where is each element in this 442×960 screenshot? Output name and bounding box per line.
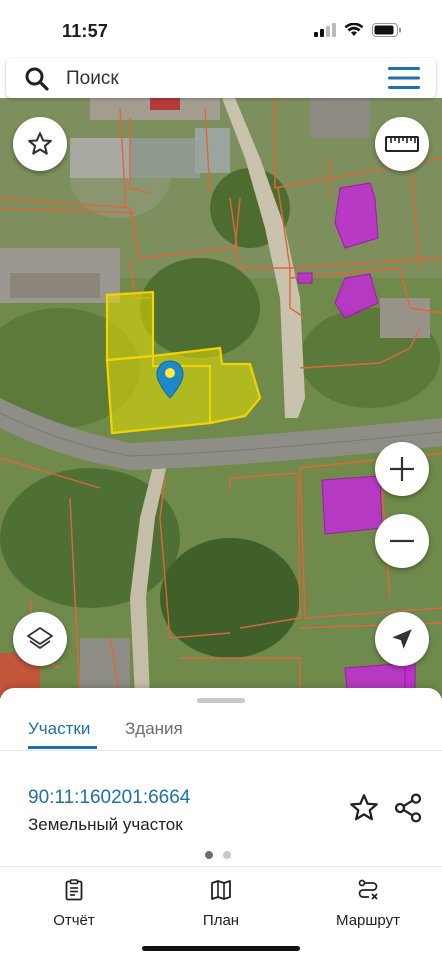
tab-buildings[interactable]: Здания — [125, 719, 183, 739]
search-bar[interactable]: Поиск — [6, 58, 436, 98]
search-icon[interactable] — [24, 66, 50, 92]
nav-route[interactable]: Маршрут — [308, 878, 428, 929]
wifi-icon — [344, 23, 364, 36]
zoom-in-button[interactable] — [375, 442, 429, 496]
ruler-icon — [385, 136, 419, 152]
map-plan-icon — [211, 880, 231, 900]
page-indicator — [205, 851, 231, 859]
star-icon — [28, 132, 52, 155]
bottom-sheet[interactable]: Участки Здания 90:11:160201:6664 Земельн… — [0, 688, 442, 960]
nav-route-label: Маршрут — [336, 912, 400, 929]
hamburger-menu-icon[interactable] — [388, 67, 420, 89]
nav-divider — [0, 866, 442, 867]
nav-plan[interactable]: План — [161, 878, 281, 929]
share-icon[interactable] — [392, 792, 424, 824]
battery-icon — [372, 23, 401, 37]
parcel-type-label: Земельный участок — [28, 815, 183, 834]
map-view[interactable] — [0, 98, 442, 698]
home-indicator — [142, 946, 300, 951]
page-dot — [223, 851, 231, 859]
status-icons — [314, 23, 402, 37]
sheet-tabs: Участки Здания — [0, 708, 442, 751]
location-pin-icon[interactable] — [156, 360, 184, 400]
page-dot-active — [205, 851, 213, 859]
signal-icon — [314, 23, 336, 37]
nav-plan-label: План — [202, 912, 240, 929]
layers-icon — [27, 627, 53, 649]
layers-button[interactable] — [13, 612, 67, 666]
search-input[interactable]: Поиск — [66, 68, 119, 90]
ruler-button[interactable] — [375, 117, 429, 171]
zoom-out-button[interactable] — [375, 514, 429, 568]
report-icon — [65, 879, 83, 901]
nav-report[interactable]: Отчёт — [14, 878, 134, 929]
parcel-cadastral-number[interactable]: 90:11:160201:6664 — [28, 787, 190, 809]
zoom-out-icon — [390, 539, 414, 543]
sheet-grabber[interactable] — [197, 698, 245, 703]
satellite-map[interactable] — [0, 98, 442, 698]
location-arrow-icon — [392, 629, 412, 649]
favorite-button[interactable] — [13, 117, 67, 171]
favorite-star-icon[interactable] — [348, 792, 380, 824]
tab-parcels[interactable]: Участки — [28, 719, 90, 739]
status-time: 11:57 — [62, 21, 109, 41]
my-location-button[interactable] — [375, 612, 429, 666]
zoom-in-icon — [390, 457, 414, 481]
active-tab-indicator — [28, 746, 97, 749]
route-icon — [358, 879, 378, 900]
nav-report-label: Отчёт — [53, 912, 95, 929]
status-bar: 11:57 — [0, 0, 442, 58]
